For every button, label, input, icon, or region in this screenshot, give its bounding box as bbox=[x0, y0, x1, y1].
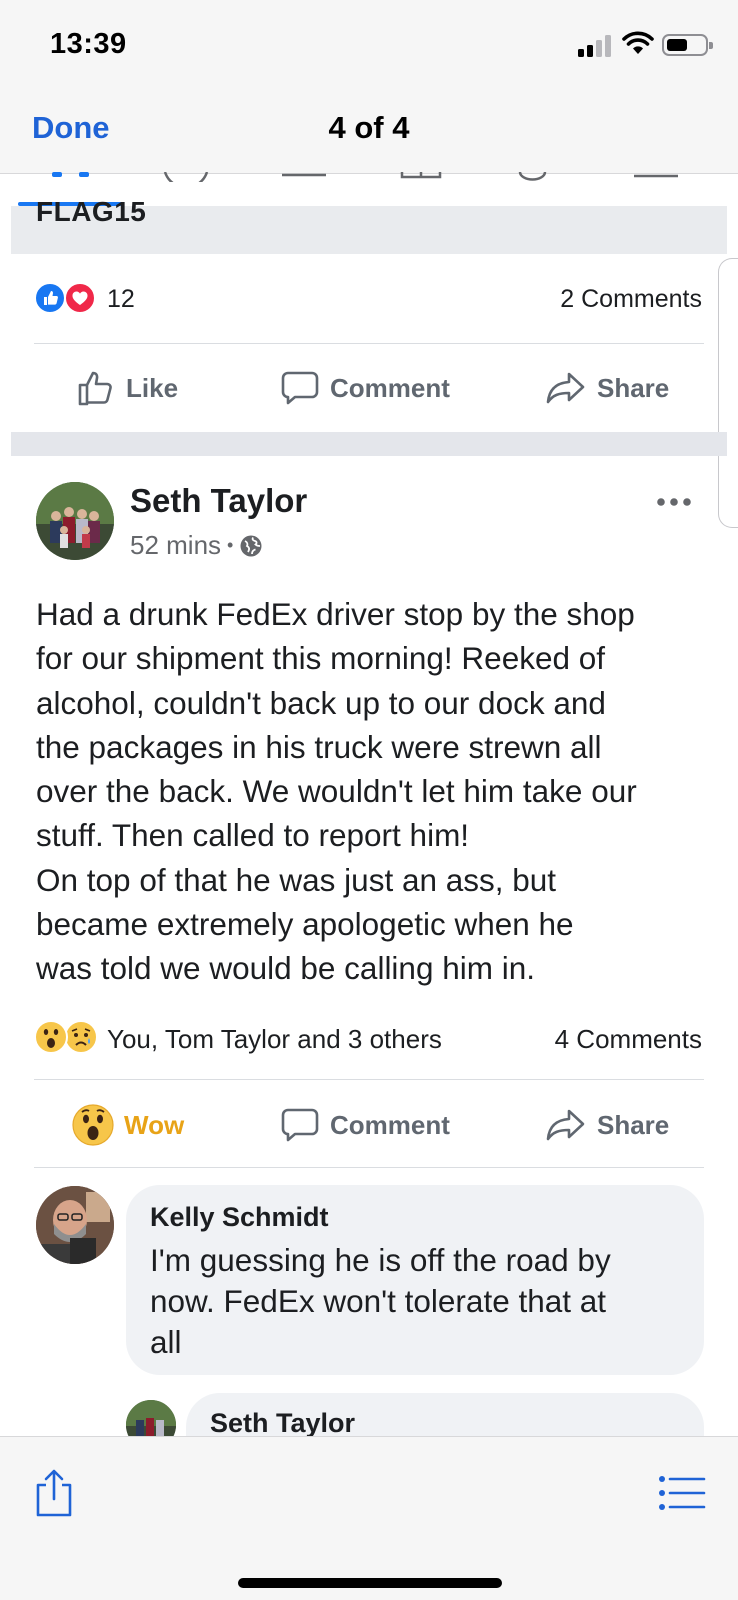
reaction-count[interactable]: 12 bbox=[107, 285, 135, 314]
love-reaction-icon bbox=[64, 282, 96, 314]
sad-reaction-icon bbox=[64, 1020, 98, 1054]
previous-post-title-fragment: FLAG15 bbox=[36, 196, 147, 227]
wow-reaction-button[interactable]: Wow bbox=[72, 1102, 184, 1148]
post-body-line: was told we would be calling him in. bbox=[36, 950, 536, 987]
comment-button[interactable]: Comment bbox=[280, 365, 450, 411]
status-time: 13:39 bbox=[50, 28, 127, 60]
share-sheet-icon[interactable] bbox=[34, 1467, 74, 1517]
post-body-line: alcohol, couldn't back up to our dock an… bbox=[36, 684, 606, 721]
comment-bubble-icon bbox=[281, 1108, 319, 1142]
post-meta: 52 mins • bbox=[130, 530, 263, 561]
comment-text-line: I'm guessing he is off the road by bbox=[150, 1242, 611, 1278]
like-reaction-icon bbox=[34, 282, 66, 314]
share-button[interactable]: Share bbox=[545, 365, 669, 411]
wifi-icon bbox=[622, 31, 654, 54]
previous-post-comments-count[interactable]: 2 Comments bbox=[560, 285, 702, 314]
post-body-line: On top of that he was just an ass, but bbox=[36, 861, 557, 898]
comment-label: Comment bbox=[330, 1109, 450, 1140]
share-arrow-icon bbox=[546, 1109, 585, 1141]
author-avatar[interactable] bbox=[36, 482, 114, 560]
wow-label: Wow bbox=[124, 1109, 185, 1140]
comment-text-line: all bbox=[150, 1324, 182, 1360]
comment-bubble-icon bbox=[281, 371, 319, 405]
post-body-line: the packages in his truck were strewn al… bbox=[36, 728, 602, 765]
list-icon[interactable] bbox=[658, 1473, 706, 1513]
post-body: Had a drunk FedEx driver stop by the sho… bbox=[36, 592, 726, 991]
tab-strip-remnant bbox=[52, 172, 678, 182]
thumbs-up-icon bbox=[78, 371, 112, 406]
post-timestamp[interactable]: 52 mins bbox=[130, 530, 221, 561]
divider bbox=[34, 1167, 704, 1168]
meta-separator: • bbox=[227, 535, 234, 555]
top-bar: 13:39 Done 4 of 4 bbox=[0, 0, 738, 174]
cellular-signal-icon bbox=[578, 33, 614, 57]
like-label: Like bbox=[126, 372, 179, 403]
post-author-name[interactable]: Seth Taylor bbox=[130, 482, 307, 520]
comment-label: Comment bbox=[330, 372, 450, 403]
reaction-names[interactable]: You, Tom Taylor and 3 others bbox=[107, 1024, 442, 1055]
comment-button[interactable]: Comment bbox=[280, 1102, 450, 1148]
reply-author[interactable]: Seth Taylor bbox=[210, 1408, 355, 1439]
comment-text-line: now. FedEx won't tolerate that at bbox=[150, 1283, 607, 1319]
share-arrow-icon bbox=[546, 372, 585, 404]
page-indicator: 4 of 4 bbox=[328, 110, 410, 145]
globe-icon bbox=[240, 535, 262, 556]
share-button[interactable]: Share bbox=[545, 1102, 669, 1148]
commenter-avatar[interactable] bbox=[36, 1186, 114, 1264]
share-label: Share bbox=[597, 372, 670, 403]
comment-author[interactable]: Kelly Schmidt bbox=[150, 1202, 329, 1233]
bottom-toolbar bbox=[0, 1436, 738, 1600]
post-body-line: became extremely apologetic when he bbox=[36, 906, 574, 943]
divider bbox=[34, 343, 704, 344]
more-options-icon[interactable] bbox=[656, 482, 692, 514]
wow-reaction-icon bbox=[34, 1020, 68, 1054]
like-button[interactable]: Like bbox=[76, 365, 178, 411]
post-comments-count[interactable]: 4 Comments bbox=[555, 1024, 702, 1055]
share-label: Share bbox=[597, 1109, 670, 1140]
post-body-line: stuff. Then called to report him! bbox=[36, 817, 470, 854]
post-body-line: Had a drunk FedEx driver stop by the sho… bbox=[36, 596, 635, 632]
post-separator bbox=[11, 432, 727, 456]
post-body-line: for our shipment this morning! Reeked of bbox=[36, 640, 606, 677]
home-indicator[interactable] bbox=[238, 1578, 502, 1588]
scroll-indicator[interactable] bbox=[718, 258, 738, 528]
post-body-line: over the back. We wouldn't let him take … bbox=[36, 773, 637, 810]
wow-emoji-icon bbox=[72, 1104, 114, 1146]
divider bbox=[34, 1079, 704, 1080]
battery-icon bbox=[662, 34, 713, 56]
